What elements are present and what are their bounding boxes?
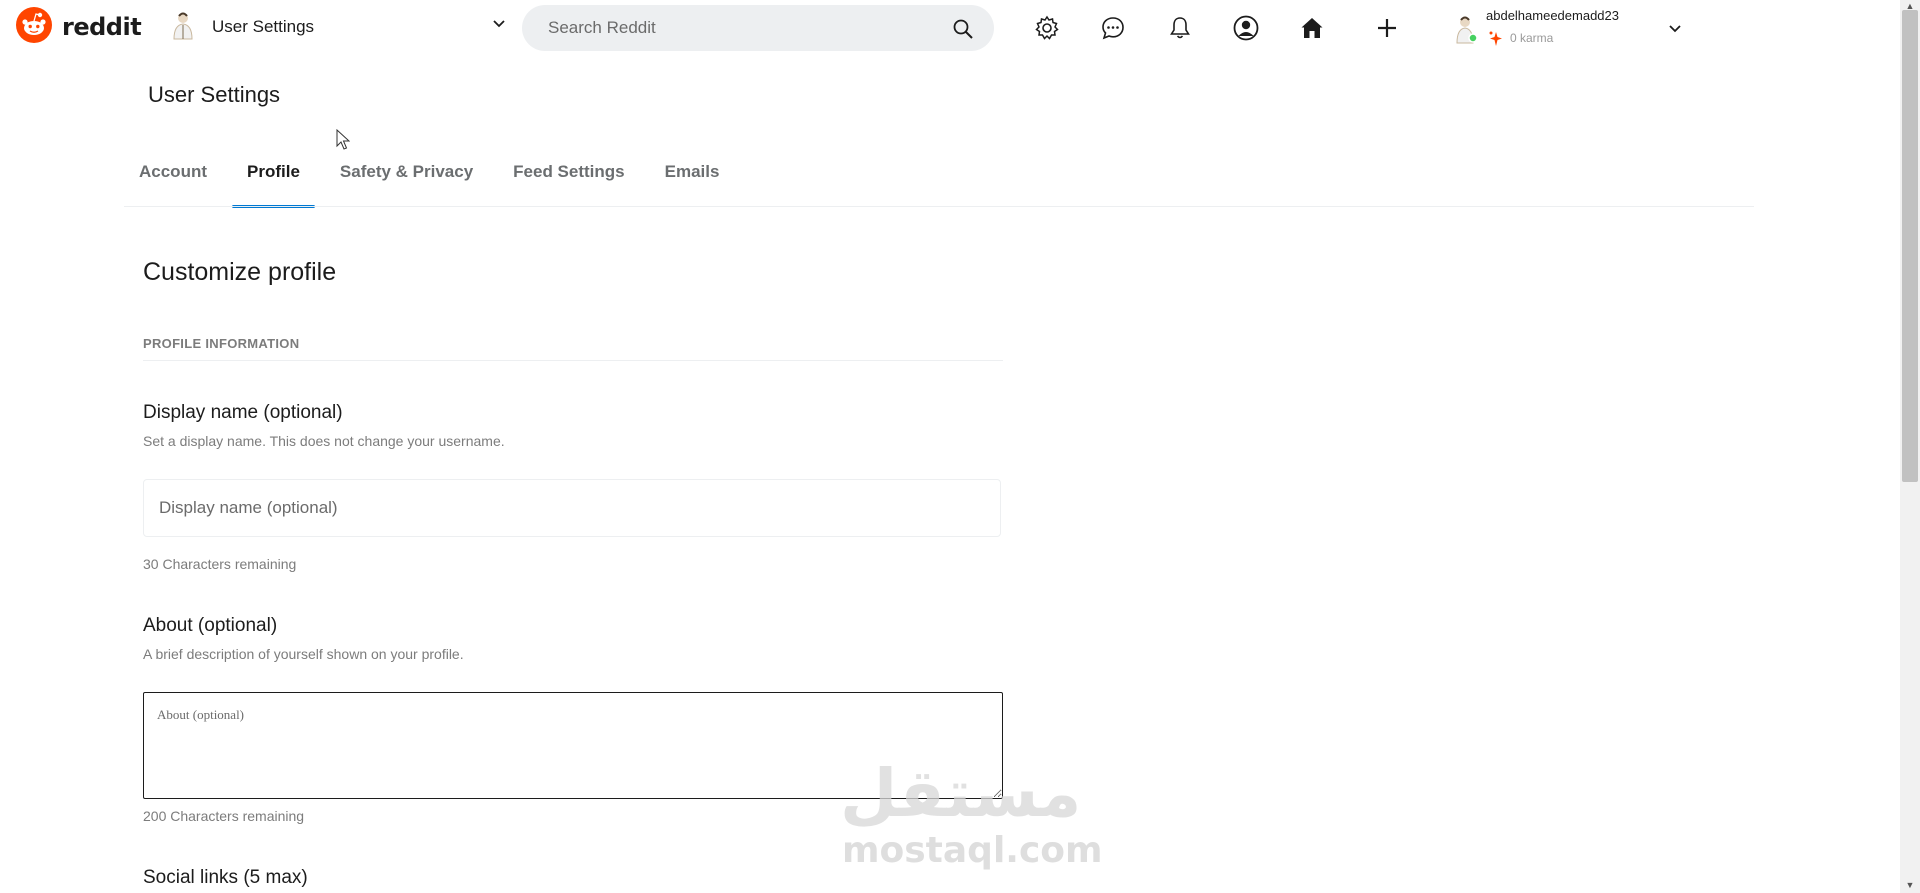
tab-feed-settings[interactable]: Feed Settings — [498, 152, 639, 208]
section-subtitle: PROFILE INFORMATION — [143, 336, 300, 351]
top-navigation-bar: reddit User Settings Search Reddit abdel… — [0, 0, 1900, 56]
community-dropdown[interactable]: User Settings — [170, 9, 514, 45]
watermark-latin: mostaql.com — [842, 830, 1103, 871]
display-name-remaining: 30 Characters remaining — [143, 556, 297, 572]
home-icon[interactable] — [1295, 12, 1329, 44]
about-help: A brief description of yourself shown on… — [143, 646, 464, 662]
settings-gear-icon[interactable] — [1030, 12, 1064, 44]
community-title: User Settings — [212, 17, 315, 36]
scrollbar-thumb[interactable] — [1902, 10, 1918, 482]
scroll-down-arrow-icon[interactable]: ▼ — [1904, 879, 1916, 891]
username: abdelhameedemadd23 — [1486, 8, 1619, 23]
search-icon[interactable] — [952, 18, 974, 45]
chat-icon[interactable] — [1096, 12, 1130, 44]
karma-count: 0 karma — [1510, 31, 1554, 45]
user-avatar-icon — [1454, 14, 1478, 49]
search-bar[interactable] — [522, 5, 994, 51]
reddit-home-link[interactable]: reddit — [16, 6, 142, 48]
user-account-dropdown[interactable]: abdelhameedemadd23 0 karma — [1452, 4, 1692, 52]
about-label: About (optional) — [143, 615, 278, 636]
search-input[interactable] — [546, 17, 940, 39]
tab-safety-privacy[interactable]: Safety & Privacy — [325, 152, 488, 208]
tab-profile[interactable]: Profile — [232, 152, 315, 208]
display-name-label: Display name (optional) — [143, 402, 343, 423]
section-divider — [143, 360, 1003, 361]
section-title: Customize profile — [143, 258, 337, 286]
reddit-logo-icon — [16, 6, 52, 48]
notification-bell-icon[interactable] — [1163, 12, 1197, 44]
watermark-arabic: مستقل — [840, 755, 1082, 832]
social-links-label: Social links (5 max) — [143, 867, 308, 888]
plus-icon[interactable] — [1370, 12, 1404, 44]
tabs-divider — [124, 206, 1754, 207]
tab-account[interactable]: Account — [124, 152, 222, 208]
user-avatar-icon — [170, 10, 196, 45]
reddit-wordmark: reddit — [62, 13, 142, 41]
page-title: User Settings — [148, 82, 281, 107]
display-name-input[interactable] — [143, 479, 1001, 537]
display-name-help: Set a display name. This does not change… — [143, 433, 505, 449]
scroll-up-arrow-icon[interactable]: ▲ — [1904, 0, 1916, 12]
chevron-down-icon — [490, 15, 508, 38]
chevron-down-icon — [1666, 20, 1684, 43]
profile-icon[interactable] — [1229, 12, 1263, 44]
tab-emails[interactable]: Emails — [650, 152, 735, 208]
settings-tabs: Account Profile Safety & Privacy Feed Se… — [124, 152, 744, 208]
about-remaining: 200 Characters remaining — [143, 808, 305, 824]
karma-sparkle-icon — [1488, 30, 1504, 53]
mouse-cursor-icon — [336, 128, 351, 156]
